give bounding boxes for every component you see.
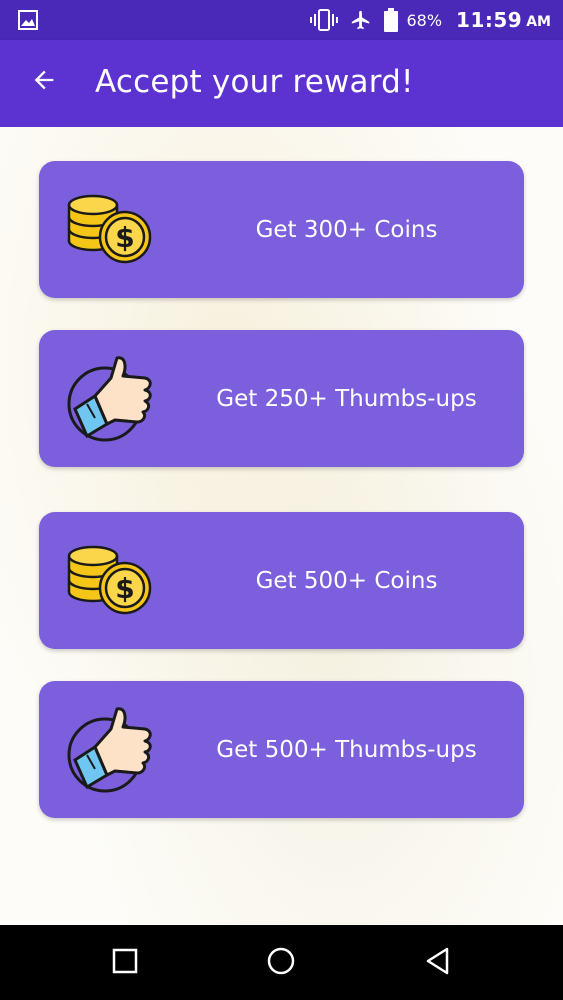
reward-label: Get 250+ Thumbs-ups <box>216 385 477 412</box>
vibrate-icon <box>310 0 339 40</box>
home-icon <box>266 946 296 980</box>
recent-apps-icon <box>112 948 138 978</box>
svg-text:$: $ <box>115 572 134 605</box>
reward-card-500-coins[interactable]: $ Get 500+ Coins <box>39 512 524 649</box>
reward-label: Get 300+ Coins <box>255 216 438 243</box>
clock-ampm: AM <box>526 14 551 30</box>
airplane-icon <box>350 0 372 40</box>
status-bar: 68% 11:59 AM <box>0 0 563 40</box>
reward-card-250-thumbs-ups[interactable]: Get 250+ Thumbs-ups <box>39 330 524 467</box>
reward-label: Get 500+ Coins <box>255 567 438 594</box>
navigation-bar <box>0 925 563 1000</box>
arrow-left-icon <box>30 66 58 98</box>
battery-percent: 68% <box>406 10 443 30</box>
reward-label: Get 500+ Thumbs-ups <box>216 736 477 763</box>
recent-apps-button[interactable] <box>107 945 143 981</box>
back-nav-button[interactable] <box>420 945 456 981</box>
app-bar: Accept your reward! <box>0 40 563 127</box>
clock-time: 11:59 <box>456 8 523 32</box>
thumbs-up-icon <box>65 705 155 795</box>
battery-icon <box>384 0 399 40</box>
back-nav-icon <box>423 946 453 980</box>
reward-card-300-coins[interactable]: $ Get 300+ Coins <box>39 161 524 298</box>
svg-text:$: $ <box>115 221 134 254</box>
coins-icon: $ <box>65 185 155 275</box>
reward-card-500-thumbs-ups[interactable]: Get 500+ Thumbs-ups <box>39 681 524 818</box>
back-button[interactable] <box>26 64 62 100</box>
page-title: Accept your reward! <box>95 64 414 100</box>
gallery-icon <box>18 10 38 30</box>
coins-icon: $ <box>65 536 155 626</box>
home-button[interactable] <box>263 945 299 981</box>
thumbs-up-icon <box>65 354 155 444</box>
